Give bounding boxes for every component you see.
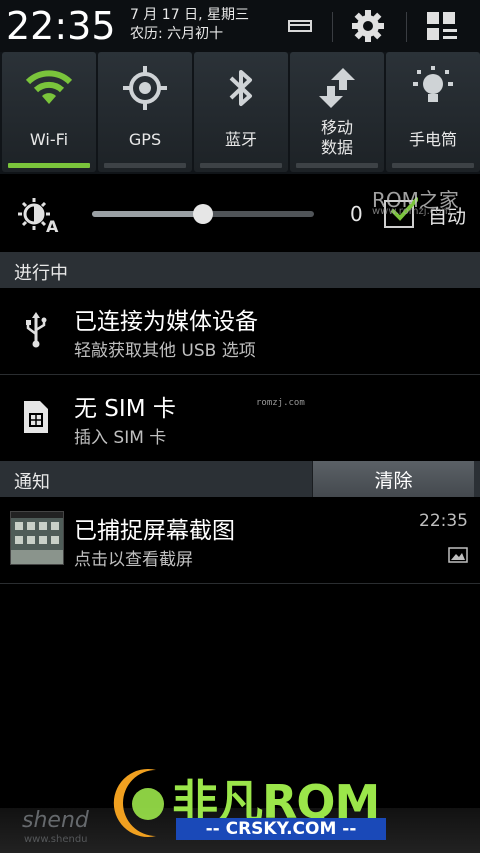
mobile-data-icon <box>290 64 384 112</box>
lunar-date-text: 农历: 六月初十 <box>130 26 224 42</box>
gps-icon <box>98 64 192 112</box>
toggle-editor-icon[interactable] <box>422 6 462 46</box>
notification-screenshot[interactable]: 已捕捉屏幕截图 点击以查看截屏 22:35 <box>0 497 480 583</box>
window-icon[interactable] <box>282 6 318 46</box>
toggle-label-line1: 移动 <box>320 118 353 137</box>
header-divider <box>406 12 407 42</box>
toggle-mobile-data[interactable]: 移动 数据 <box>290 52 384 172</box>
toggle-indicator <box>104 163 186 168</box>
svg-text:A: A <box>46 217 59 234</box>
date-block: 7 月 17 日, 星期三 农历: 六月初十 <box>130 6 249 44</box>
toggle-gps[interactable]: GPS <box>98 52 192 172</box>
toggle-flashlight[interactable]: 手电筒 <box>386 52 480 172</box>
crsky-url: -- CRSKY.COM -- <box>176 818 386 840</box>
screenshot-thumbnail <box>10 511 64 565</box>
toggle-label-line2: 数据 <box>320 138 353 157</box>
notification-subtitle: 轻敲获取其他 USB 选项 <box>74 341 256 361</box>
toggle-indicator <box>200 163 282 168</box>
toggle-label: 手电筒 <box>408 130 457 149</box>
toggle-indicator <box>392 163 474 168</box>
section-title: 通知 <box>14 472 50 493</box>
wifi-icon <box>2 64 96 112</box>
notification-title: 已连接为媒体设备 <box>74 309 258 335</box>
shendu-watermark-url: www.shendu <box>24 834 88 845</box>
bluetooth-icon <box>194 64 288 112</box>
notification-no-sim[interactable]: 无 SIM 卡 插入 SIM 卡 <box>0 375 480 461</box>
quick-toggles: Wi-Fi GPS 蓝牙 移动 数据 手电筒 <box>0 52 480 174</box>
toggle-label: Wi-Fi <box>29 130 69 149</box>
toggle-indicator <box>8 163 90 168</box>
toggle-wifi[interactable]: Wi-Fi <box>2 52 96 172</box>
header-divider <box>332 12 333 42</box>
rom-watermark-url: www.romzj.com <box>372 206 452 217</box>
toggle-bluetooth[interactable]: 蓝牙 <box>194 52 288 172</box>
sim-card-icon <box>16 395 56 439</box>
crsky-logo-icon <box>96 760 182 846</box>
clock: 22:35 <box>6 4 116 48</box>
romzj-watermark: romzj.com <box>256 398 305 408</box>
date-text: 7 月 17 日, 星期三 <box>130 7 249 23</box>
notification-title: 无 SIM 卡 <box>74 396 176 422</box>
notification-title: 已捕捉屏幕截图 <box>74 518 235 544</box>
shendu-watermark: shend <box>22 808 89 833</box>
notifications-section-header: 通知 清除 <box>0 461 480 497</box>
brightness-value: 0 <box>350 202 363 226</box>
notification-header: 22:35 7 月 17 日, 星期三 农历: 六月初十 <box>0 0 480 52</box>
section-title: 进行中 <box>14 263 68 284</box>
auto-brightness-icon: A <box>18 196 60 238</box>
settings-gear-icon[interactable] <box>346 6 390 46</box>
toggle-label: 蓝牙 <box>224 130 257 149</box>
notification-time: 22:35 <box>419 511 468 531</box>
toggle-indicator <box>296 163 378 168</box>
toggle-label: 移动 数据 <box>290 118 384 158</box>
brightness-fill <box>92 211 203 217</box>
notification-usb[interactable]: 已连接为媒体设备 轻敲获取其他 USB 选项 <box>0 288 480 374</box>
usb-icon <box>16 308 56 352</box>
notification-subtitle: 点击以查看截屏 <box>74 550 193 570</box>
ongoing-section-header: 进行中 <box>0 252 480 288</box>
notification-subtitle: 插入 SIM 卡 <box>74 428 167 448</box>
clear-button[interactable]: 清除 <box>312 461 474 497</box>
flashlight-icon <box>386 64 480 112</box>
divider <box>0 583 480 584</box>
toggle-label: GPS <box>128 130 162 149</box>
image-icon <box>448 547 468 567</box>
brightness-thumb[interactable] <box>193 204 213 224</box>
